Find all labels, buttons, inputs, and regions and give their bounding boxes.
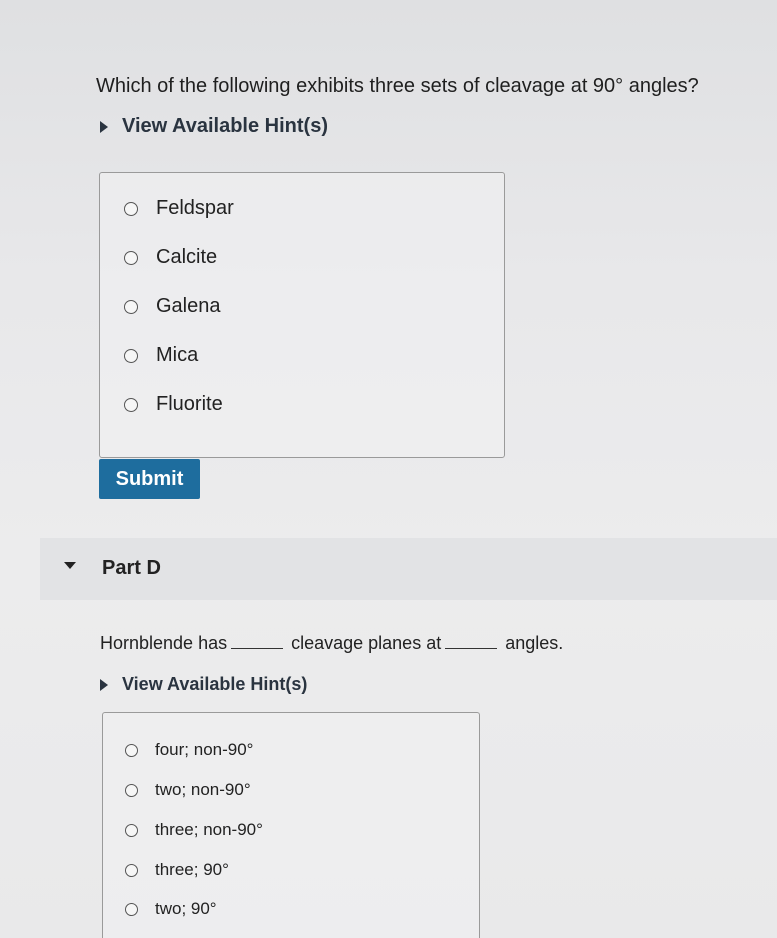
option-mica[interactable]: Mica [124, 344, 198, 367]
answer-choices: four; non-90° two; non-90° three; non-90… [102, 712, 480, 938]
option-two-90[interactable]: two; 90° [125, 899, 217, 919]
radio-button[interactable] [124, 348, 138, 363]
radio-button[interactable] [124, 250, 138, 265]
option-three-non-90[interactable]: three; non-90° [125, 820, 263, 840]
option-label: Mica [156, 344, 199, 366]
fill-in-statement: Hornblende has cleavage planes at angles… [100, 633, 563, 654]
radio-button[interactable] [125, 902, 138, 916]
option-three-90[interactable]: three; 90° [125, 860, 229, 880]
statement-segment: angles. [505, 633, 564, 653]
option-feldspar[interactable]: Feldspar [124, 197, 234, 220]
radio-button[interactable] [125, 783, 138, 797]
part-title: Part D [102, 557, 161, 579]
option-fluorite[interactable]: Fluorite [124, 393, 223, 416]
option-label: two; 90° [155, 899, 217, 918]
radio-button[interactable] [125, 743, 138, 757]
radio-button[interactable] [124, 201, 138, 216]
radio-button[interactable] [125, 823, 138, 837]
statement-segment: Hornblende has [100, 633, 228, 653]
view-hints-label: View Available Hint(s) [122, 115, 328, 137]
radio-button[interactable] [124, 397, 138, 412]
option-label: Calcite [156, 246, 218, 268]
option-four-non-90[interactable]: four; non-90° [125, 740, 253, 760]
view-hints-toggle[interactable]: View Available Hint(s) [100, 115, 328, 138]
answer-choices: Feldspar Calcite Galena Mica Fluorite [99, 172, 505, 458]
option-galena[interactable]: Galena [124, 295, 221, 318]
caret-down-icon[interactable] [64, 562, 76, 569]
option-label: four; non-90° [155, 740, 254, 759]
statement-segment: cleavage planes at [291, 633, 442, 653]
option-label: Fluorite [156, 393, 223, 415]
option-label: three; non-90° [155, 820, 263, 839]
option-label: three; 90° [155, 860, 229, 879]
view-hints-toggle[interactable]: View Available Hint(s) [100, 674, 307, 695]
option-label: Feldspar [156, 197, 234, 219]
option-calcite[interactable]: Calcite [124, 246, 217, 269]
radio-button[interactable] [125, 863, 138, 877]
option-two-non-90[interactable]: two; non-90° [125, 780, 251, 800]
caret-right-icon [100, 120, 108, 133]
submit-button[interactable]: Submit [99, 459, 200, 499]
option-label: two; non-90° [155, 780, 251, 799]
answer-blank [231, 634, 284, 649]
caret-right-icon [100, 678, 108, 691]
option-label: Galena [156, 295, 221, 317]
answer-blank [445, 634, 498, 649]
radio-button[interactable] [124, 299, 138, 314]
view-hints-label: View Available Hint(s) [122, 674, 308, 694]
question-text: Which of the following exhibits three se… [96, 75, 699, 97]
